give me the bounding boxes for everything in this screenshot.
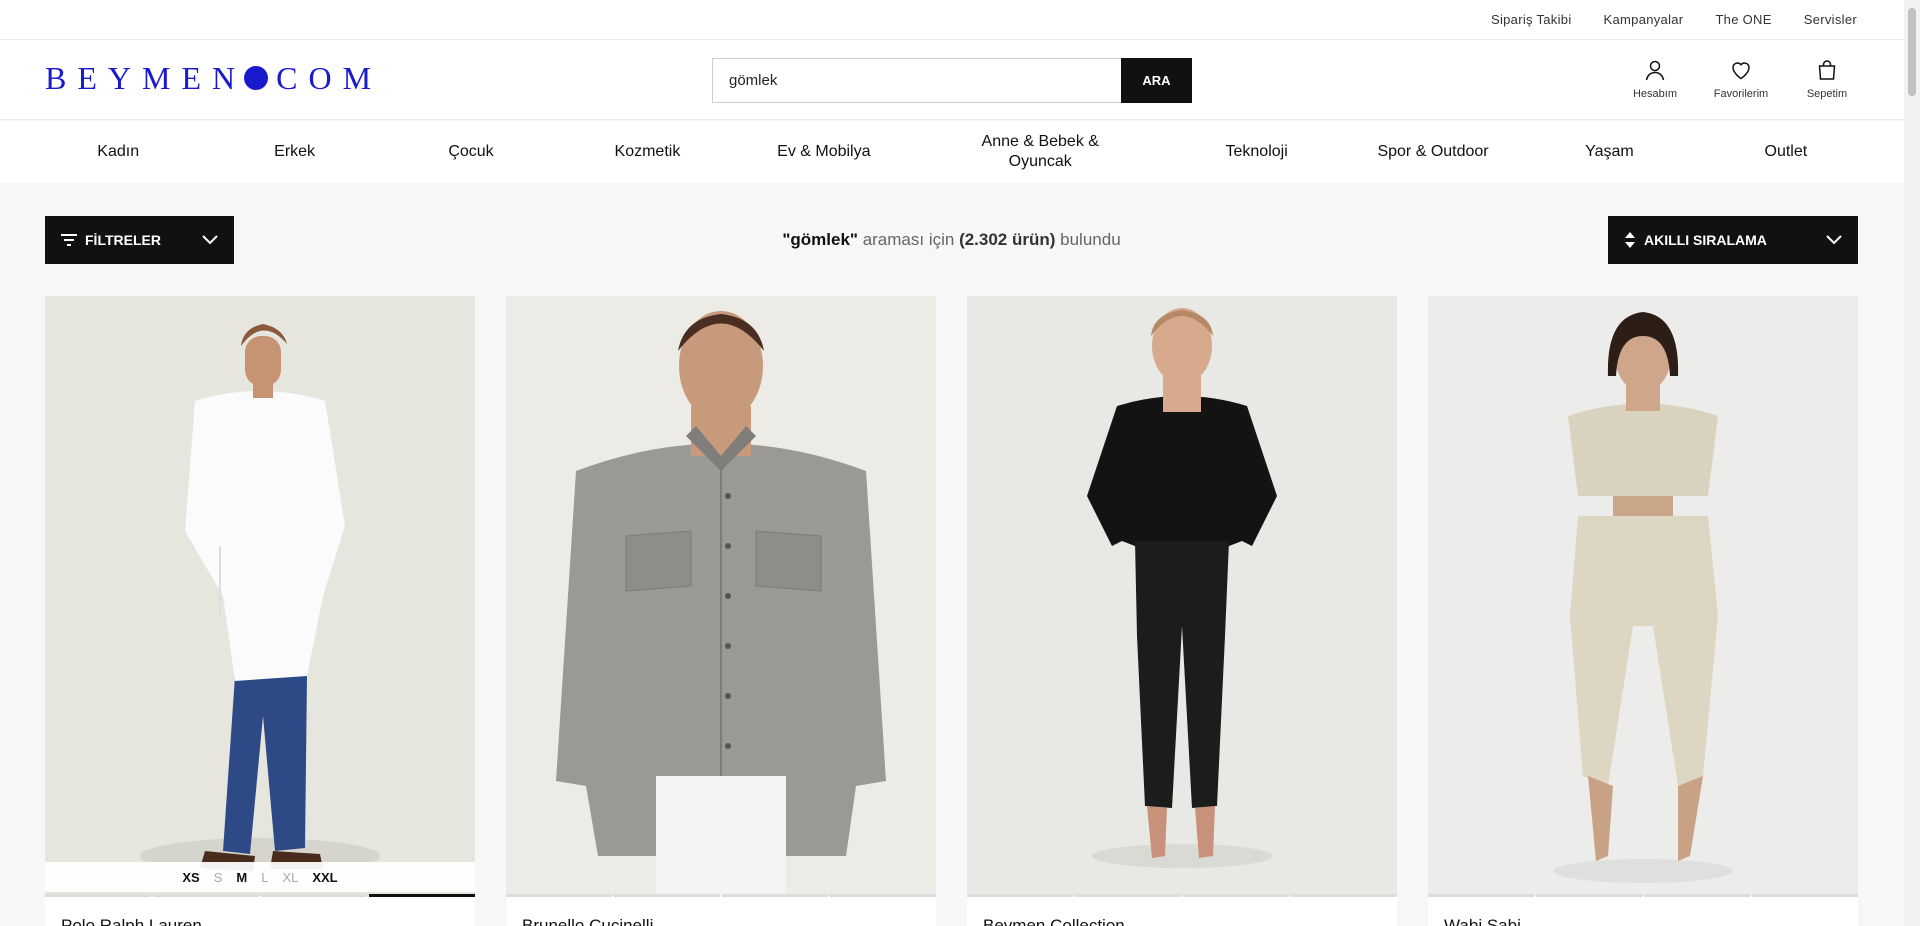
pager-bar[interactable] <box>967 894 1073 897</box>
pager-bar[interactable] <box>369 894 475 897</box>
header-icons: Hesabım Favorilerim Sepetim <box>1625 58 1857 100</box>
bag-icon <box>1818 60 1836 80</box>
product-brand[interactable]: Polo Ralph Lauren <box>61 916 202 926</box>
result-end-text: bulundu <box>1055 230 1121 249</box>
product-brand[interactable]: Brunello Cucinelli <box>522 916 653 926</box>
size-option: XL <box>282 869 299 885</box>
image-pager <box>1428 894 1858 897</box>
pager-bar[interactable] <box>830 894 936 897</box>
product-brand[interactable]: Wabi Sabi <box>1444 916 1521 926</box>
pager-bar[interactable] <box>1428 894 1534 897</box>
pager-bar[interactable] <box>506 894 612 897</box>
product-image[interactable] <box>506 296 936 896</box>
size-option[interactable]: XXL <box>312 870 337 885</box>
product-photo-man-white-shirt <box>45 296 475 896</box>
product-image[interactable]: XS S M L XL XXL <box>45 296 475 896</box>
chevron-down-icon <box>1826 235 1842 245</box>
nav-item-ev-mobilya[interactable]: Ev & Mobilya <box>736 121 912 183</box>
nav-item-outlet[interactable]: Outlet <box>1698 121 1874 183</box>
size-option: L <box>261 869 269 885</box>
search-bar: ARA <box>712 58 1192 103</box>
nav-item-cocuk[interactable]: Çocuk <box>383 121 559 183</box>
sort-label: AKILLI SIRALAMA <box>1644 232 1767 248</box>
account-button[interactable]: Hesabım <box>1625 58 1685 100</box>
size-option[interactable]: M <box>236 870 247 885</box>
header: BEYMEN COM ARA Hesabım Favorilerim Sepet… <box>0 40 1904 120</box>
product-card[interactable]: Wabi Sabi <box>1428 296 1858 926</box>
size-option: S <box>213 869 223 885</box>
pager-bar[interactable] <box>153 894 259 897</box>
link-order-tracking[interactable]: Sipariş Takibi <box>1491 12 1572 27</box>
logo-text-right: COM <box>276 59 383 96</box>
pager-bar[interactable] <box>1291 894 1397 897</box>
favorites-button[interactable]: Favorilerim <box>1711 58 1771 100</box>
logo-dot <box>244 66 269 90</box>
filters-label: FİLTRELER <box>85 232 161 248</box>
pager-bar[interactable] <box>1075 894 1181 897</box>
nav-item-anne-bebek-oyuncak[interactable]: Anne & Bebek & Oyuncak <box>912 121 1168 183</box>
pager-bar[interactable] <box>1183 894 1289 897</box>
link-the-one[interactable]: The ONE <box>1715 12 1771 27</box>
result-summary: "gömlek" araması için (2.302 ürün) bulun… <box>45 230 1858 250</box>
pager-bar[interactable] <box>1536 894 1642 897</box>
utility-links: Sipariş Takibi Kampanyalar The ONE Servi… <box>1491 12 1857 27</box>
heart-icon <box>1732 62 1750 80</box>
sort-button[interactable]: AKILLI SIRALAMA <box>1608 216 1858 264</box>
image-pager <box>967 894 1397 897</box>
filter-icon <box>61 234 77 246</box>
search-input[interactable] <box>712 58 1121 103</box>
logo-text-left: BEYMEN <box>45 59 247 96</box>
nav-item-spor-outdoor[interactable]: Spor & Outdoor <box>1345 121 1521 183</box>
product-image[interactable] <box>967 296 1397 896</box>
pager-bar[interactable] <box>722 894 828 897</box>
nav-item-teknoloji[interactable]: Teknoloji <box>1168 121 1344 183</box>
image-pager <box>45 894 475 897</box>
category-nav: Kadın Erkek Çocuk Kozmetik Ev & Mobilya … <box>0 121 1904 183</box>
nav-item-yasam[interactable]: Yaşam <box>1521 121 1697 183</box>
nav-item-kadin[interactable]: Kadın <box>30 121 206 183</box>
account-label: Hesabım <box>1632 88 1678 100</box>
cart-button[interactable]: Sepetim <box>1797 58 1857 100</box>
pager-bar[interactable] <box>1644 894 1750 897</box>
page-scrollbar[interactable] <box>1904 0 1920 926</box>
results-toolbar: FİLTRELER "gömlek" araması için (2.302 ü… <box>45 216 1858 264</box>
utility-bar: Sipariş Takibi Kampanyalar The ONE Servi… <box>0 0 1904 40</box>
pager-bar[interactable] <box>261 894 367 897</box>
product-photo-woman-beige-outfit <box>1428 296 1858 896</box>
nav-item-erkek[interactable]: Erkek <box>206 121 382 183</box>
sort-icon <box>1625 232 1635 248</box>
result-mid-text: araması için <box>857 230 960 249</box>
product-photo-woman-black-shirt <box>967 296 1397 896</box>
product-card[interactable]: Brunello Cucinelli <box>506 296 936 926</box>
scrollbar-thumb[interactable] <box>1908 8 1916 96</box>
chevron-down-icon <box>202 235 218 245</box>
filters-button[interactable]: FİLTRELER <box>45 216 234 264</box>
user-icon <box>1645 60 1665 81</box>
cart-label: Sepetim <box>1806 88 1848 100</box>
pager-bar[interactable] <box>614 894 720 897</box>
beymen-logo[interactable]: BEYMEN COM <box>45 60 382 96</box>
size-option[interactable]: XS <box>182 870 199 885</box>
link-campaigns[interactable]: Kampanyalar <box>1604 12 1684 27</box>
product-grid: XS S M L XL XXL Polo Ralph Lauren Brunel… <box>45 296 1858 926</box>
product-image[interactable] <box>1428 296 1858 896</box>
product-brand[interactable]: Beymen Collection <box>983 916 1125 926</box>
product-card[interactable]: XS S M L XL XXL Polo Ralph Lauren <box>45 296 475 926</box>
result-count: (2.302 ürün) <box>959 230 1056 249</box>
image-pager <box>506 894 936 897</box>
pager-bar[interactable] <box>1752 894 1858 897</box>
result-query: "gömlek" <box>782 230 858 249</box>
size-selector: XS S M L XL XXL <box>45 862 475 892</box>
search-button[interactable]: ARA <box>1121 58 1192 103</box>
favorites-label: Favorilerim <box>1713 88 1769 100</box>
link-services[interactable]: Servisler <box>1804 12 1857 27</box>
pager-bar[interactable] <box>45 894 151 897</box>
nav-item-kozmetik[interactable]: Kozmetik <box>559 121 735 183</box>
product-photo-man-grey-suede-shirt <box>506 296 936 896</box>
product-card[interactable]: Beymen Collection <box>967 296 1397 926</box>
